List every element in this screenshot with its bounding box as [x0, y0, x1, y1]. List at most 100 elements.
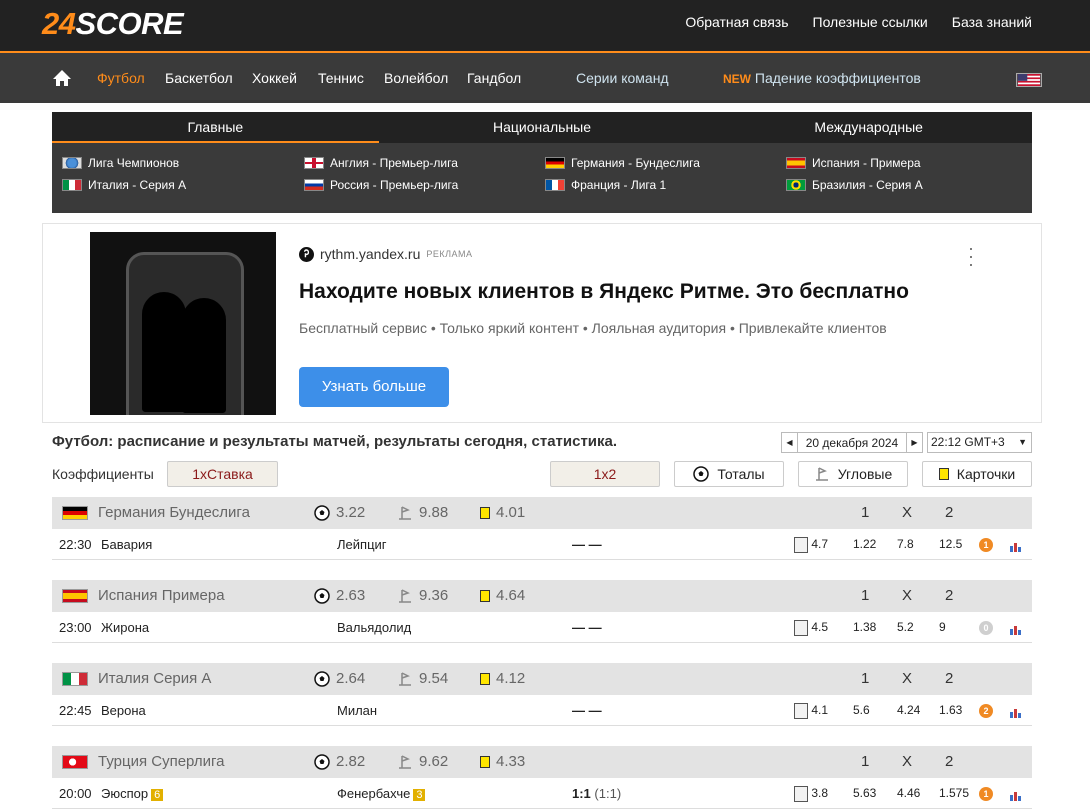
- red-cards-badge: 3: [413, 789, 426, 801]
- league-name[interactable]: Турция Суперлига: [98, 753, 225, 770]
- match-row[interactable]: 23:00 Жирона Вальядолид — — 4.5 1.38 5.2…: [52, 612, 1032, 643]
- league-link-france[interactable]: Франция - Лига 1: [545, 178, 666, 192]
- stats-chart-icon[interactable]: [1010, 621, 1022, 636]
- useful-links-link[interactable]: Полезные ссылки: [813, 14, 928, 30]
- match-row[interactable]: 20:00 Эюспор 6 Фенербахче 3 1:1 (1:1) 3.8 …: [52, 778, 1032, 809]
- league-name[interactable]: Италия Серия А: [98, 670, 211, 687]
- tab-international[interactable]: Международные: [705, 112, 1032, 143]
- corners-button[interactable]: Угловые: [798, 461, 908, 487]
- sport-tennis[interactable]: Теннис: [318, 70, 364, 86]
- away-team[interactable]: Лейпциг: [337, 537, 387, 552]
- match-row[interactable]: 22:45 Верона Милан — — 4.1 5.6 4.24 1.63…: [52, 695, 1032, 726]
- team-series-link[interactable]: Серии команд: [576, 70, 669, 86]
- sport-basketball[interactable]: Баскетбол: [165, 70, 233, 86]
- knowledge-base-link[interactable]: База знаний: [952, 14, 1032, 30]
- match-score[interactable]: 1:1 (1:1): [572, 786, 621, 801]
- league-link-russia[interactable]: Россия - Премьер-лига: [304, 178, 458, 192]
- league-name[interactable]: Испания Примера: [98, 587, 225, 604]
- home-team[interactable]: Жирона: [101, 620, 149, 635]
- home-team[interactable]: Бавария: [101, 537, 152, 552]
- ad-title[interactable]: Находите новых клиентов в Яндекс Ритме. …: [299, 280, 909, 304]
- away-team[interactable]: Фенербахче 3: [337, 786, 426, 801]
- league-name[interactable]: Германия Бундеслига: [98, 504, 250, 521]
- yandex-logo-icon: Ꭾ: [299, 246, 314, 262]
- league-header[interactable]: Турция Суперлига 2.82 9.62 4.33 1 X 2: [52, 746, 1032, 778]
- odds-header-x: X: [902, 670, 913, 687]
- match-score[interactable]: — —: [572, 703, 602, 718]
- site-logo[interactable]: 24SCORE: [42, 6, 184, 42]
- bookmaker-select[interactable]: 1хСтавка: [167, 461, 278, 487]
- cards-stat: 4.33: [480, 753, 525, 770]
- odds-x[interactable]: 4.46: [897, 786, 920, 800]
- us-flag-icon[interactable]: [1016, 73, 1042, 87]
- away-team[interactable]: Милан: [337, 703, 377, 718]
- goals-stat: 3.22: [314, 504, 365, 521]
- league-header[interactable]: Испания Примера 2.63 9.36 4.64 1 X 2: [52, 580, 1032, 612]
- match-badge[interactable]: 1: [979, 785, 993, 801]
- league-header[interactable]: Италия Серия А 2.64 9.54 4.12 1 X 2: [52, 663, 1032, 695]
- odds-1[interactable]: 1.22: [853, 537, 876, 551]
- match-badge[interactable]: 2: [979, 702, 993, 718]
- league-link-spain[interactable]: Испания - Примера: [786, 156, 921, 170]
- odds-header-x: X: [902, 504, 913, 521]
- timezone-select[interactable]: 22:12 GMT+3 ▼: [927, 432, 1032, 453]
- match-badge[interactable]: 1: [979, 536, 993, 552]
- league-link-germany[interactable]: Германия - Бундеслига: [545, 156, 700, 170]
- ad-banner[interactable]: Ꭾrythm.yandex.ru РЕКЛАМА · · · Находите нов…: [42, 223, 1042, 423]
- match-time: 22:30: [59, 537, 92, 552]
- tab-main[interactable]: Главные: [52, 112, 379, 143]
- sport-handball[interactable]: Гандбол: [467, 70, 521, 86]
- league-link-champions[interactable]: Лига Чемпионов: [62, 156, 179, 170]
- odds-1[interactable]: 5.63: [853, 786, 876, 800]
- odds-2[interactable]: 1.575: [939, 786, 969, 800]
- home-team[interactable]: Верона: [101, 703, 146, 718]
- market-1x2-button[interactable]: 1х2: [550, 461, 660, 487]
- odds-x[interactable]: 5.2: [897, 620, 914, 634]
- odds-1[interactable]: 1.38: [853, 620, 876, 634]
- home-team[interactable]: Эюспор 6: [101, 786, 164, 801]
- odds-header-1: 1: [861, 504, 870, 521]
- odds-drop-link[interactable]: NEW Падение коэффициентов: [723, 70, 921, 86]
- odds-x[interactable]: 7.8: [897, 537, 914, 551]
- referee-rating[interactable]: 4.1: [794, 703, 828, 719]
- totals-button[interactable]: Тоталы: [674, 461, 784, 487]
- sport-football[interactable]: Футбол: [97, 70, 145, 86]
- match-badge[interactable]: 0: [979, 619, 993, 635]
- tab-national[interactable]: Национальные: [379, 112, 706, 143]
- home-icon[interactable]: [52, 69, 72, 87]
- next-day-icon[interactable]: ▶: [906, 433, 922, 452]
- ad-cta-button[interactable]: Узнать больше: [299, 367, 449, 407]
- odds-header-2: 2: [945, 587, 954, 604]
- odds-2[interactable]: 9: [939, 620, 946, 634]
- cards-button[interactable]: Карточки: [922, 461, 1032, 487]
- odds-x[interactable]: 4.24: [897, 703, 920, 717]
- date-value[interactable]: 20 декабря 2024: [798, 436, 906, 450]
- date-selector[interactable]: ◀ 20 декабря 2024 ▶: [781, 432, 923, 453]
- more-options-icon[interactable]: · · ·: [968, 239, 974, 273]
- league-header[interactable]: Германия Бундеслига 3.22 9.88 4.01 1 X 2: [52, 497, 1032, 529]
- match-score[interactable]: — —: [572, 620, 602, 635]
- feedback-link[interactable]: Обратная связь: [685, 14, 788, 30]
- league-link-italy[interactable]: Италия - Серия А: [62, 178, 186, 192]
- sport-volleyball[interactable]: Волейбол: [384, 70, 448, 86]
- odds-1[interactable]: 5.6: [853, 703, 870, 717]
- referee-rating[interactable]: 4.7: [794, 537, 828, 553]
- referee-rating[interactable]: 3.8: [794, 786, 828, 802]
- ad-image: [90, 232, 276, 415]
- france-flag-icon: [545, 179, 565, 191]
- stats-chart-icon[interactable]: [1010, 538, 1022, 553]
- spain-flag-icon: [786, 157, 806, 169]
- stats-chart-icon[interactable]: [1010, 704, 1022, 719]
- league-link-brazil[interactable]: Бразилия - Серия А: [786, 178, 923, 192]
- away-team[interactable]: Вальядолид: [337, 620, 411, 635]
- odds-header-x: X: [902, 753, 913, 770]
- match-row[interactable]: 22:30 Бавария Лейпциг — — 4.7 1.22 7.8 1…: [52, 529, 1032, 560]
- sport-hockey[interactable]: Хоккей: [252, 70, 297, 86]
- stats-chart-icon[interactable]: [1010, 787, 1022, 802]
- odds-2[interactable]: 1.63: [939, 703, 962, 717]
- league-link-england[interactable]: Англия - Премьер-лига: [304, 156, 458, 170]
- match-score[interactable]: — —: [572, 537, 602, 552]
- odds-2[interactable]: 12.5: [939, 537, 962, 551]
- referee-rating[interactable]: 4.5: [794, 620, 828, 636]
- prev-day-icon[interactable]: ◀: [782, 433, 798, 452]
